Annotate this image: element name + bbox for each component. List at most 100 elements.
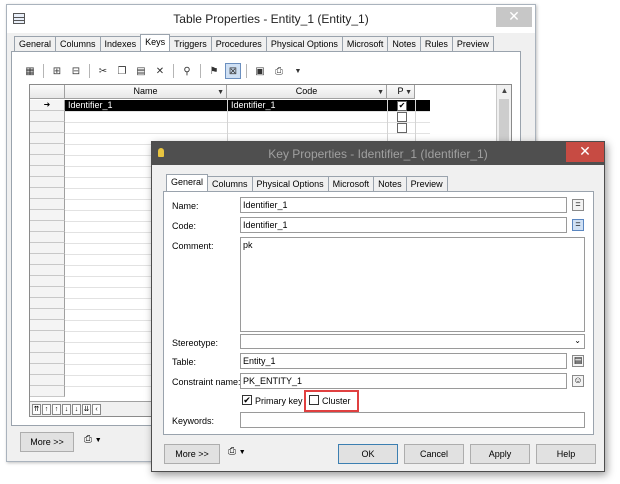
name-field[interactable]: Identifier_1: [240, 197, 567, 213]
tab-preview[interactable]: Preview: [405, 176, 448, 191]
column-header-primary[interactable]: P ▼: [387, 85, 415, 99]
user-defined-icon[interactable]: ☺: [572, 375, 584, 387]
close-button[interactable]: ✕: [496, 7, 532, 27]
row-header[interactable]: [30, 210, 65, 221]
row-header[interactable]: [30, 287, 65, 298]
page-down-icon[interactable]: ↓: [72, 403, 81, 415]
tab-microsoft[interactable]: Microsoft: [341, 36, 389, 51]
cell-code[interactable]: Identifier_1: [231, 100, 276, 111]
add-row-icon[interactable]: ⊟: [68, 63, 84, 79]
scroll-left-icon[interactable]: ‹: [92, 403, 101, 415]
cluster-checkbox[interactable]: [309, 395, 319, 405]
tab-preview[interactable]: Preview: [451, 36, 494, 51]
cut-icon[interactable]: ✂: [95, 63, 111, 79]
insert-row-icon[interactable]: ⊞: [49, 63, 65, 79]
dialog-title-bar[interactable]: Key Properties - Identifier_1 (Identifie…: [152, 142, 604, 165]
scroll-up-icon[interactable]: ▲: [497, 86, 511, 95]
table-properties-icon[interactable]: ▤: [572, 355, 584, 367]
print-icon[interactable]: ⎙: [271, 63, 287, 79]
print-menu[interactable]: ⎙ ▼: [84, 434, 102, 445]
keywords-field[interactable]: [240, 412, 585, 428]
row-header[interactable]: [30, 122, 65, 133]
chevron-down-icon[interactable]: ⌄: [574, 336, 581, 345]
row-header[interactable]: [30, 177, 65, 188]
row-header[interactable]: [30, 276, 65, 287]
column-header-code[interactable]: Code ▼: [227, 85, 387, 99]
last-row-icon[interactable]: ⇊: [82, 403, 91, 415]
tab-general[interactable]: General: [166, 174, 209, 191]
close-button[interactable]: ✕: [566, 142, 604, 162]
filter-icon[interactable]: ⚑: [206, 63, 222, 79]
chevron-down-icon[interactable]: ▼: [405, 86, 412, 99]
row-header[interactable]: [30, 166, 65, 177]
primary-checkbox[interactable]: ✔: [397, 101, 407, 111]
row-header[interactable]: [30, 133, 65, 144]
first-row-icon[interactable]: ⇈: [32, 403, 41, 415]
row-header[interactable]: [30, 375, 65, 386]
row-header[interactable]: ➜: [30, 100, 65, 111]
help-button[interactable]: Help: [536, 444, 596, 464]
row-header[interactable]: [30, 188, 65, 199]
chevron-down-icon[interactable]: ▼: [290, 63, 306, 79]
find-icon[interactable]: ⚲: [179, 63, 195, 79]
cancel-button[interactable]: Cancel: [404, 444, 464, 464]
tab-columns[interactable]: Columns: [55, 36, 101, 51]
row-header[interactable]: [30, 199, 65, 210]
ok-button[interactable]: OK: [338, 444, 398, 464]
column-header-name[interactable]: Name ▼: [65, 85, 227, 99]
customize-columns-icon[interactable]: ⊠: [225, 63, 241, 79]
primary-checkbox[interactable]: [397, 112, 407, 122]
apply-button[interactable]: Apply: [470, 444, 530, 464]
row-header[interactable]: [30, 342, 65, 353]
comment-textarea[interactable]: pk: [240, 237, 585, 332]
row-header[interactable]: [30, 353, 65, 364]
tab-general[interactable]: General: [14, 36, 57, 51]
primary-key-checkbox[interactable]: ✔: [242, 395, 252, 405]
constraint-name-field[interactable]: PK_ENTITY_1: [240, 373, 567, 389]
table-field[interactable]: Entity_1: [240, 353, 567, 369]
code-field[interactable]: Identifier_1: [240, 217, 567, 233]
previous-row-icon[interactable]: ↑: [52, 403, 61, 415]
copy-icon[interactable]: ❐: [114, 63, 130, 79]
tab-notes[interactable]: Notes: [387, 36, 421, 51]
more-button[interactable]: More >>: [20, 432, 74, 452]
properties-icon[interactable]: ▦: [22, 63, 38, 79]
stereotype-select[interactable]: ⌄: [240, 334, 585, 349]
delete-icon[interactable]: ✕: [152, 63, 168, 79]
row-header[interactable]: [30, 144, 65, 155]
title-bar[interactable]: Table Properties - Entity_1 (Entity_1) ✕: [7, 5, 535, 33]
next-row-icon[interactable]: ↓: [62, 403, 71, 415]
tab-physical-options[interactable]: Physical Options: [251, 176, 329, 191]
row-header[interactable]: [30, 309, 65, 320]
tab-indexes[interactable]: Indexes: [99, 36, 142, 51]
print-menu[interactable]: ⎙ ▼: [228, 446, 246, 457]
tab-microsoft[interactable]: Microsoft: [327, 176, 375, 191]
row-header[interactable]: [30, 386, 65, 397]
excel-export-icon[interactable]: ▣: [252, 63, 268, 79]
tab-triggers[interactable]: Triggers: [169, 36, 212, 51]
code-equal-button[interactable]: =: [572, 219, 584, 231]
tab-columns[interactable]: Columns: [207, 176, 253, 191]
primary-checkbox[interactable]: [397, 123, 407, 133]
page-up-icon[interactable]: ↑: [42, 403, 51, 415]
row-header[interactable]: [30, 111, 65, 122]
more-button[interactable]: More >>: [164, 444, 220, 464]
chevron-down-icon[interactable]: ▼: [217, 86, 224, 99]
row-header[interactable]: [30, 221, 65, 232]
row-header[interactable]: [30, 331, 65, 342]
row-header[interactable]: [30, 265, 65, 276]
tab-notes[interactable]: Notes: [373, 176, 407, 191]
tab-physical-options[interactable]: Physical Options: [265, 36, 343, 51]
cell-name[interactable]: Identifier_1: [68, 100, 113, 111]
paste-icon[interactable]: ▤: [133, 63, 149, 79]
row-header[interactable]: [30, 298, 65, 309]
row-header[interactable]: [30, 243, 65, 254]
chevron-down-icon[interactable]: ▼: [377, 86, 384, 99]
tab-rules[interactable]: Rules: [419, 36, 453, 51]
row-header[interactable]: [30, 320, 65, 331]
tab-procedures[interactable]: Procedures: [210, 36, 267, 51]
row-header[interactable]: [30, 254, 65, 265]
row-header[interactable]: [30, 364, 65, 375]
name-equal-button[interactable]: =: [572, 199, 584, 211]
row-header[interactable]: [30, 232, 65, 243]
